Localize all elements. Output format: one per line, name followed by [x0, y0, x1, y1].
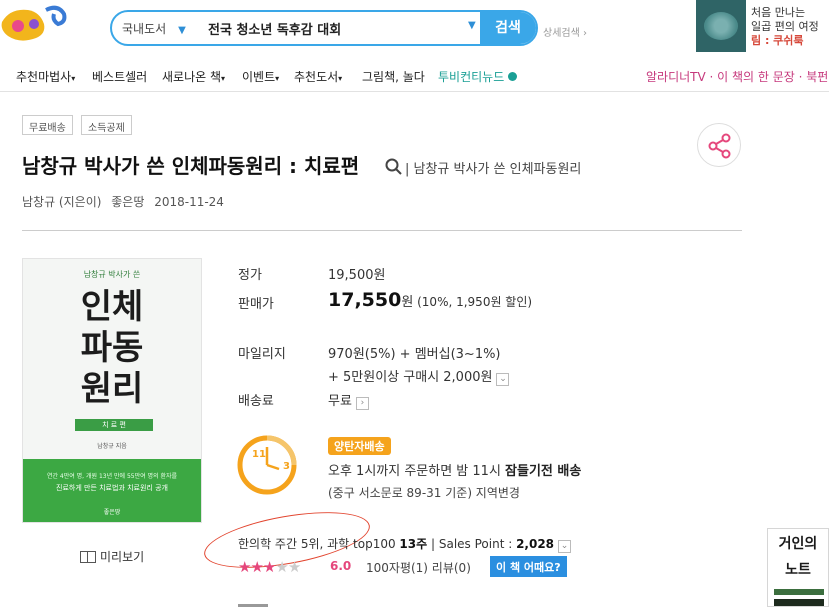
cover-author-line: 남창규 박사가 쓴 — [83, 270, 141, 279]
search-button[interactable]: 검색 — [480, 12, 536, 44]
share-icon — [708, 133, 731, 159]
publisher-link[interactable]: 좋은땅 — [111, 195, 144, 209]
publish-date: 2018-11-24 — [154, 195, 224, 209]
star-icon: ★ — [275, 558, 288, 576]
advanced-search-link[interactable]: 상세검색 › — [543, 24, 587, 39]
search-bar: 국내도서 ▼ ▼ 검색 — [110, 10, 538, 46]
search-input[interactable] — [208, 18, 458, 38]
share-button[interactable] — [697, 123, 741, 167]
author-link[interactable]: 남창규 (지은이) — [22, 195, 101, 209]
cutoff-row — [238, 598, 438, 607]
svg-text:3: 3 — [283, 461, 290, 472]
nav-to-be-continued[interactable]: 투비컨티뉴드 — [438, 68, 518, 85]
main-nav: 추천마법사▾ 베스트셀러 새로나온 책▾ 이벤트▾ 추천도서▾ 그림책, 놀다 … — [0, 58, 829, 92]
chevron-down-icon[interactable]: ⌄ — [496, 373, 510, 386]
chevron-right-icon[interactable]: › — [355, 397, 369, 410]
star-icon: ★ — [250, 558, 263, 576]
svg-text:11: 11 — [252, 449, 266, 460]
book-cover[interactable]: 남창규 박사가 쓴 인체 파동 원리 치 료 편 남창규 지음 연간 4만여 명… — [22, 258, 202, 523]
nav-events[interactable]: 이벤트▾ — [242, 68, 279, 85]
search-icon[interactable] — [385, 158, 403, 176]
sale-price-value: 17,550 — [328, 289, 402, 311]
carpet-delivery-badge: 양탄자배송 — [328, 437, 391, 455]
badge-tax-deduction: 소득공제 — [81, 115, 132, 135]
side-ad-book[interactable]: 거인의 노트 — [767, 528, 829, 607]
mileage-value: 970원(5%) + 멤버십(3~1%) — [328, 347, 501, 362]
nav-right-links[interactable]: 알라디너TV · 이 책의 한 문장 · 북펀 — [646, 68, 828, 85]
title-divider — [22, 230, 742, 231]
star-icon: ★ — [287, 558, 301, 576]
search-category-label: 국내도서 — [122, 22, 167, 36]
search-category-select[interactable]: 국내도서 ▼ — [122, 20, 186, 37]
nav-new-books[interactable]: 새로나온 책▾ — [162, 68, 225, 85]
nav-picture-books[interactable]: 그림책, 놀다 — [362, 68, 425, 85]
shipping-value: 무료 › — [328, 390, 369, 410]
aladin-logo[interactable] — [0, 0, 68, 52]
cover-publisher: 좋은땅 — [103, 509, 121, 516]
preview-button[interactable]: 미리보기 — [80, 548, 144, 565]
mileage-extra: + 5만원이상 구매시 2,000원 ⌄ — [328, 366, 510, 386]
cover-author-small: 남창규 지음 — [97, 443, 127, 450]
book-open-icon — [80, 551, 96, 563]
ranking-info: 한의학 주간 5위, 과학 top100 13주 | Sales Point :… — [238, 535, 572, 553]
cover-band-text2: 진료하게 만든 치료법과 치료원리 공개 — [56, 484, 168, 492]
cover-subtitle: 치 료 편 — [75, 419, 153, 431]
book-title: 남창규 박사가 쓴 인체파동원리 : 치료편 — [22, 154, 360, 178]
promo-line3[interactable]: 림 : 쿠쉬룩 — [751, 32, 804, 48]
how-is-this-book-button[interactable]: 이 책 어때요? — [490, 556, 567, 577]
chevron-down-icon: ▼ — [178, 25, 186, 36]
promo-book-image[interactable] — [696, 0, 746, 52]
nav-recommended-books[interactable]: 추천도서▾ — [294, 68, 342, 85]
cover-band-text1: 연간 4만여 명, 개원 13년 만에 55만여 명의 환자를 — [46, 473, 178, 480]
book-meta: 남창규 (지은이) 좋은땅 2018-11-24 — [22, 193, 230, 210]
list-price-value: 19,500원 — [328, 268, 386, 283]
side-ad-title1: 거인의 — [778, 536, 818, 552]
rating-score: 6.0 — [330, 559, 352, 573]
badge-free-shipping: 무료배송 — [22, 115, 73, 135]
sale-price-label: 판매가 — [238, 297, 274, 312]
star-icon: ★ — [262, 558, 276, 576]
cover-title: 인체 파동 원리 — [80, 287, 144, 409]
review-links[interactable]: 100자평(1) 리뷰(0) — [366, 559, 471, 576]
nav-bestseller[interactable]: 베스트셀러 — [92, 68, 147, 85]
chevron-down-icon[interactable]: ⌄ — [558, 540, 572, 553]
star-icon: ★ — [238, 558, 251, 576]
rating-stars: ★★★★★ — [238, 558, 301, 576]
side-ad-title2: 노트 — [785, 562, 811, 578]
mileage-label: 마일리지 — [238, 347, 286, 362]
book-subtitle: | 남창규 박사가 쓴 인체파동원리 — [405, 162, 582, 177]
nav-recommend-wizard[interactable]: 추천마법사▾ — [16, 68, 75, 85]
delivery-location[interactable]: (중구 서소문로 89-31 기준) 지역변경 — [328, 484, 520, 501]
sale-price: 17,550원 (10%, 1,950원 할인) — [328, 289, 533, 311]
list-price-label: 정가 — [238, 268, 262, 283]
search-dropdown-icon[interactable]: ▼ — [468, 20, 476, 31]
shipping-label: 배송료 — [238, 394, 274, 409]
delivery-clock-icon: 11 3 — [235, 433, 299, 497]
delivery-line1: 오후 1시까지 주문하면 밤 11시 잠들기전 배송 — [328, 464, 582, 479]
